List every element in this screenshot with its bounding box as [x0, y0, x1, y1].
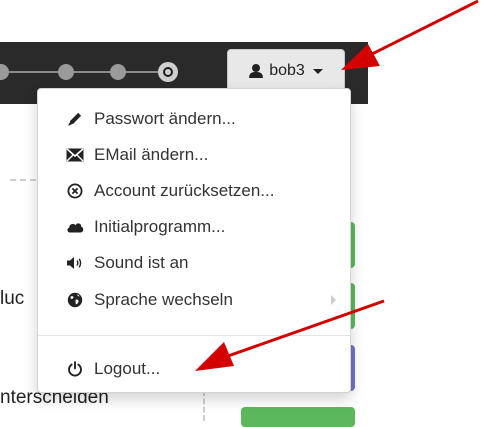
user-dropdown-menu: Passwort ändern... EMail ändern... Accou… [37, 88, 351, 393]
menu-item-label: Account zurücksetzen... [94, 181, 275, 200]
progress-step-dot[interactable] [110, 64, 126, 80]
menu-item-change-email[interactable]: EMail ändern... [38, 137, 350, 173]
menu-item-label: Initialprogramm... [94, 217, 226, 236]
reset-circle-x-icon [66, 182, 84, 200]
menu-item-label: Sound ist an [94, 253, 189, 272]
dashed-separator [10, 179, 36, 181]
caret-down-icon [312, 68, 323, 74]
submenu-caret-icon [331, 295, 336, 305]
menu-item-label: Passwort ändern... [94, 109, 236, 128]
menu-item-sound-toggle[interactable]: Sound ist an [38, 245, 350, 281]
user-name: bob3 [269, 62, 305, 79]
menu-item-logout[interactable]: Logout... [38, 351, 350, 387]
user-menu-button[interactable]: bob3 [227, 49, 345, 93]
menu-divider [38, 335, 350, 336]
menu-item-change-language[interactable]: Sprache wechseln [38, 282, 350, 318]
cloud-icon [66, 218, 84, 236]
speaker-icon [66, 254, 84, 272]
menu-item-change-password[interactable]: Passwort ändern... [38, 101, 350, 137]
globe-icon [66, 291, 84, 309]
green-button[interactable] [241, 407, 355, 427]
user-icon [249, 64, 264, 78]
menu-item-label: Logout... [94, 359, 161, 378]
menu-item-initial-program[interactable]: Initialprogramm... [38, 209, 350, 245]
power-icon [66, 360, 84, 378]
menu-item-label: EMail ändern... [94, 145, 209, 164]
progress-step-current-dot[interactable] [158, 62, 178, 82]
progress-step-dot[interactable] [58, 64, 74, 80]
menu-item-reset-account[interactable]: Account zurücksetzen... [38, 173, 350, 209]
dashed-separator [203, 390, 205, 421]
envelope-icon [66, 146, 84, 164]
pencil-icon [66, 110, 84, 128]
menu-item-label: Sprache wechseln [94, 290, 233, 309]
background-text: luc [0, 288, 25, 309]
progress-line [0, 71, 158, 73]
